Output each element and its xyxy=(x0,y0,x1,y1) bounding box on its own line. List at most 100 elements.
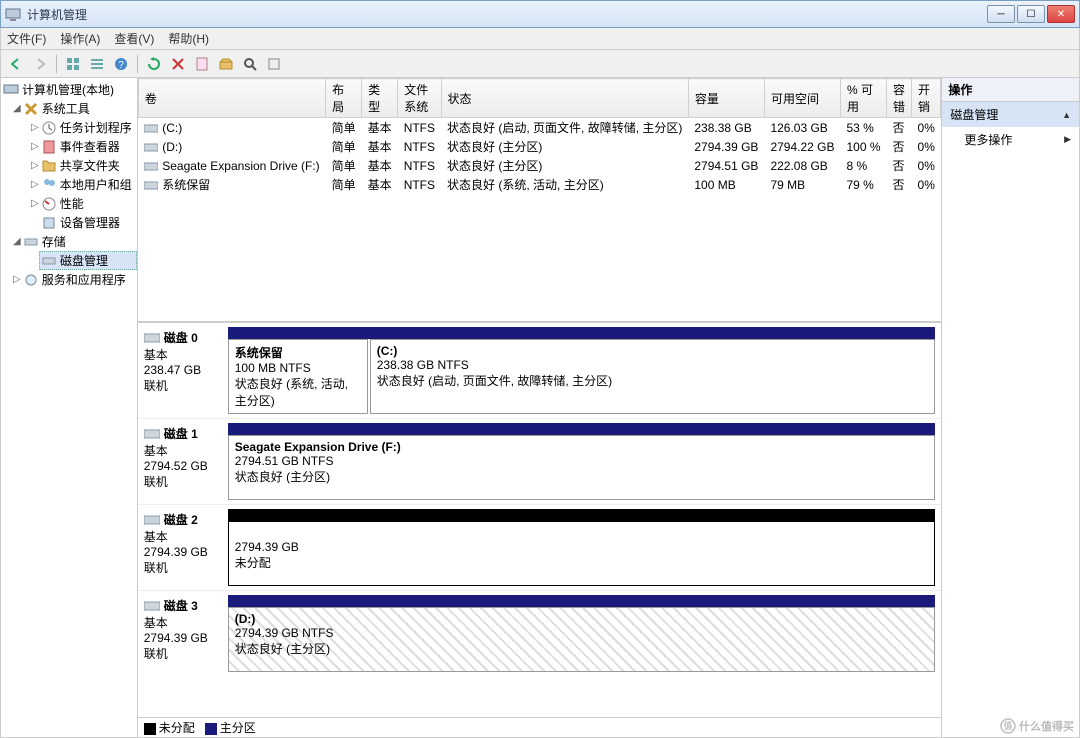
volume-layout: 简单 xyxy=(326,137,362,156)
col-layout[interactable]: 布局 xyxy=(326,79,362,118)
disk-row[interactable]: 磁盘 3 基本 2794.39 GB 联机(D:)2794.39 GB NTFS… xyxy=(138,590,942,676)
close-button[interactable]: ✕ xyxy=(1047,5,1075,23)
actions-panel: 操作 磁盘管理▲ 更多操作▶ xyxy=(942,78,1079,737)
expand-icon[interactable]: ▷ xyxy=(31,179,39,190)
volume-status: 状态良好 (系统, 活动, 主分区) xyxy=(441,175,688,194)
volume-row[interactable]: Seagate Expansion Drive (F:) 简单 基本 NTFS … xyxy=(138,156,941,175)
properties-button[interactable] xyxy=(191,53,213,75)
expand-icon[interactable]: ▷ xyxy=(31,198,39,209)
tree-device-manager[interactable]: 设备管理器 xyxy=(1,213,137,232)
col-fs[interactable]: 文件系统 xyxy=(398,79,441,118)
disk-size: 238.47 GB xyxy=(144,363,224,377)
col-fault[interactable]: 容错 xyxy=(887,79,912,118)
col-capacity[interactable]: 容量 xyxy=(688,79,764,118)
action-more[interactable]: 更多操作▶ xyxy=(942,127,1079,152)
tree-disk-management[interactable]: 磁盘管理 xyxy=(39,251,137,270)
col-volume[interactable]: 卷 xyxy=(138,79,325,118)
volume-status: 状态良好 (启动, 页面文件, 故障转储, 主分区) xyxy=(441,118,688,138)
partition-size: 2794.39 GB NTFS xyxy=(235,626,929,640)
center-panel: 卷 布局 类型 文件系统 状态 容量 可用空间 % 可用 容错 开销 (C:) … xyxy=(138,78,943,737)
tree-shared-folders[interactable]: ▷共享文件夹 xyxy=(1,156,137,175)
partition[interactable]: (D:)2794.39 GB NTFS 状态良好 (主分区) xyxy=(228,607,936,672)
refresh-button[interactable] xyxy=(143,53,165,75)
collapse-icon[interactable]: ◢ xyxy=(13,103,21,114)
volume-layout: 简单 xyxy=(326,118,362,138)
more-button[interactable] xyxy=(263,53,285,75)
action-diskmgmt[interactable]: 磁盘管理▲ xyxy=(942,102,1079,127)
search-button[interactable] xyxy=(239,53,261,75)
collapse-up-icon: ▲ xyxy=(1062,110,1071,120)
tree-services[interactable]: ▷服务和应用程序 xyxy=(1,270,137,289)
disk-type: 基本 xyxy=(144,614,224,631)
collapse-icon[interactable]: ◢ xyxy=(13,236,21,247)
partition[interactable]: (C:)238.38 GB NTFS 状态良好 (启动, 页面文件, 故障转储,… xyxy=(370,339,936,414)
volume-row[interactable]: (C:) 简单 基本 NTFS 状态良好 (启动, 页面文件, 故障转储, 主分… xyxy=(138,118,941,138)
volume-free: 222.08 GB xyxy=(764,156,840,175)
disk-info: 磁盘 2 基本 2794.39 GB 联机 xyxy=(138,505,228,590)
tree-diskmgmt-label: 磁盘管理 xyxy=(60,252,108,269)
menu-action[interactable]: 操作(A) xyxy=(60,30,100,47)
partition-row: 2794.39 GB 未分配 xyxy=(228,521,936,586)
tree-performance[interactable]: ▷性能 xyxy=(1,194,137,213)
view-grid-button[interactable] xyxy=(62,53,84,75)
open-button[interactable] xyxy=(215,53,237,75)
maximize-button[interactable]: ☐ xyxy=(1017,5,1045,23)
watermark-text: 什么值得买 xyxy=(1019,718,1074,734)
disk-map[interactable]: 磁盘 0 基本 238.47 GB 联机系统保留100 MB NTFS 状态良好… xyxy=(138,323,942,717)
partition-status: 状态良好 (系统, 活动, 主分区) xyxy=(235,375,361,409)
disk-icon xyxy=(41,253,57,269)
tree-root[interactable]: 计算机管理(本地) xyxy=(1,80,137,99)
tree-local-users[interactable]: ▷本地用户和组 xyxy=(1,175,137,194)
tree-task-scheduler[interactable]: ▷ 任务计划程序 xyxy=(1,118,137,137)
legend-primary: 主分区 xyxy=(205,719,256,736)
volume-layout: 简单 xyxy=(326,156,362,175)
expand-icon[interactable]: ▷ xyxy=(31,141,39,152)
volume-type: 基本 xyxy=(362,175,398,194)
tree-storage-label: 存储 xyxy=(42,233,66,250)
disk-header-bar xyxy=(228,327,936,339)
nav-back-button[interactable] xyxy=(5,53,27,75)
help-button[interactable]: ? xyxy=(110,53,132,75)
volume-row[interactable]: (D:) 简单 基本 NTFS 状态良好 (主分区) 2794.39 GB 27… xyxy=(138,137,941,156)
tree-system-tools[interactable]: ◢ 系统工具 xyxy=(1,99,137,118)
col-type[interactable]: 类型 xyxy=(362,79,398,118)
col-overhead[interactable]: 开销 xyxy=(912,79,941,118)
col-free[interactable]: 可用空间 xyxy=(764,79,840,118)
volume-row[interactable]: 系统保留 简单 基本 NTFS 状态良好 (系统, 活动, 主分区) 100 M… xyxy=(138,175,941,194)
tree-storage[interactable]: ◢ 存储 xyxy=(1,232,137,251)
disk-row[interactable]: 磁盘 2 基本 2794.39 GB 联机2794.39 GB 未分配 xyxy=(138,504,942,590)
expand-icon[interactable]: ▷ xyxy=(31,122,39,133)
delete-button[interactable] xyxy=(167,53,189,75)
tree-event-viewer[interactable]: ▷事件查看器 xyxy=(1,137,137,156)
menu-view[interactable]: 查看(V) xyxy=(114,30,154,47)
tree-panel[interactable]: 计算机管理(本地) ◢ 系统工具 ▷ 任务计划程序 ▷事件查看器 ▷共享文件夹 ▷… xyxy=(1,78,138,737)
services-icon xyxy=(23,272,39,288)
disk-row[interactable]: 磁盘 0 基本 238.47 GB 联机系统保留100 MB NTFS 状态良好… xyxy=(138,323,942,418)
folder-share-icon xyxy=(41,158,57,174)
menu-help[interactable]: 帮助(H) xyxy=(168,30,209,47)
tools-icon xyxy=(23,101,39,117)
partition-status: 状态良好 (主分区) xyxy=(235,468,929,485)
disk-icon xyxy=(144,428,160,440)
partition[interactable]: Seagate Expansion Drive (F:)2794.51 GB N… xyxy=(228,435,936,500)
col-status[interactable]: 状态 xyxy=(441,79,688,118)
volume-table[interactable]: 卷 布局 类型 文件系统 状态 容量 可用空间 % 可用 容错 开销 (C:) … xyxy=(138,78,942,323)
volume-overhead: 0% xyxy=(912,156,941,175)
disk-id: 磁盘 0 xyxy=(164,329,198,346)
partition[interactable]: 系统保留100 MB NTFS 状态良好 (系统, 活动, 主分区) xyxy=(228,339,368,414)
minimize-button[interactable]: ─ xyxy=(987,5,1015,23)
volume-status: 状态良好 (主分区) xyxy=(441,156,688,175)
menu-file[interactable]: 文件(F) xyxy=(7,30,46,47)
volume-free: 126.03 GB xyxy=(764,118,840,138)
disk-row[interactable]: 磁盘 1 基本 2794.52 GB 联机Seagate Expansion D… xyxy=(138,418,942,504)
disk-size: 2794.52 GB xyxy=(144,459,224,473)
view-list-button[interactable] xyxy=(86,53,108,75)
tree-tools-label: 系统工具 xyxy=(42,100,90,117)
expand-icon[interactable]: ▷ xyxy=(13,274,21,285)
tree-task-label: 任务计划程序 xyxy=(60,119,132,136)
nav-forward-button[interactable] xyxy=(29,53,51,75)
partition[interactable]: 2794.39 GB 未分配 xyxy=(228,521,936,586)
expand-icon[interactable]: ▷ xyxy=(31,160,39,171)
volume-fs: NTFS xyxy=(398,175,441,194)
col-pct[interactable]: % 可用 xyxy=(841,79,887,118)
